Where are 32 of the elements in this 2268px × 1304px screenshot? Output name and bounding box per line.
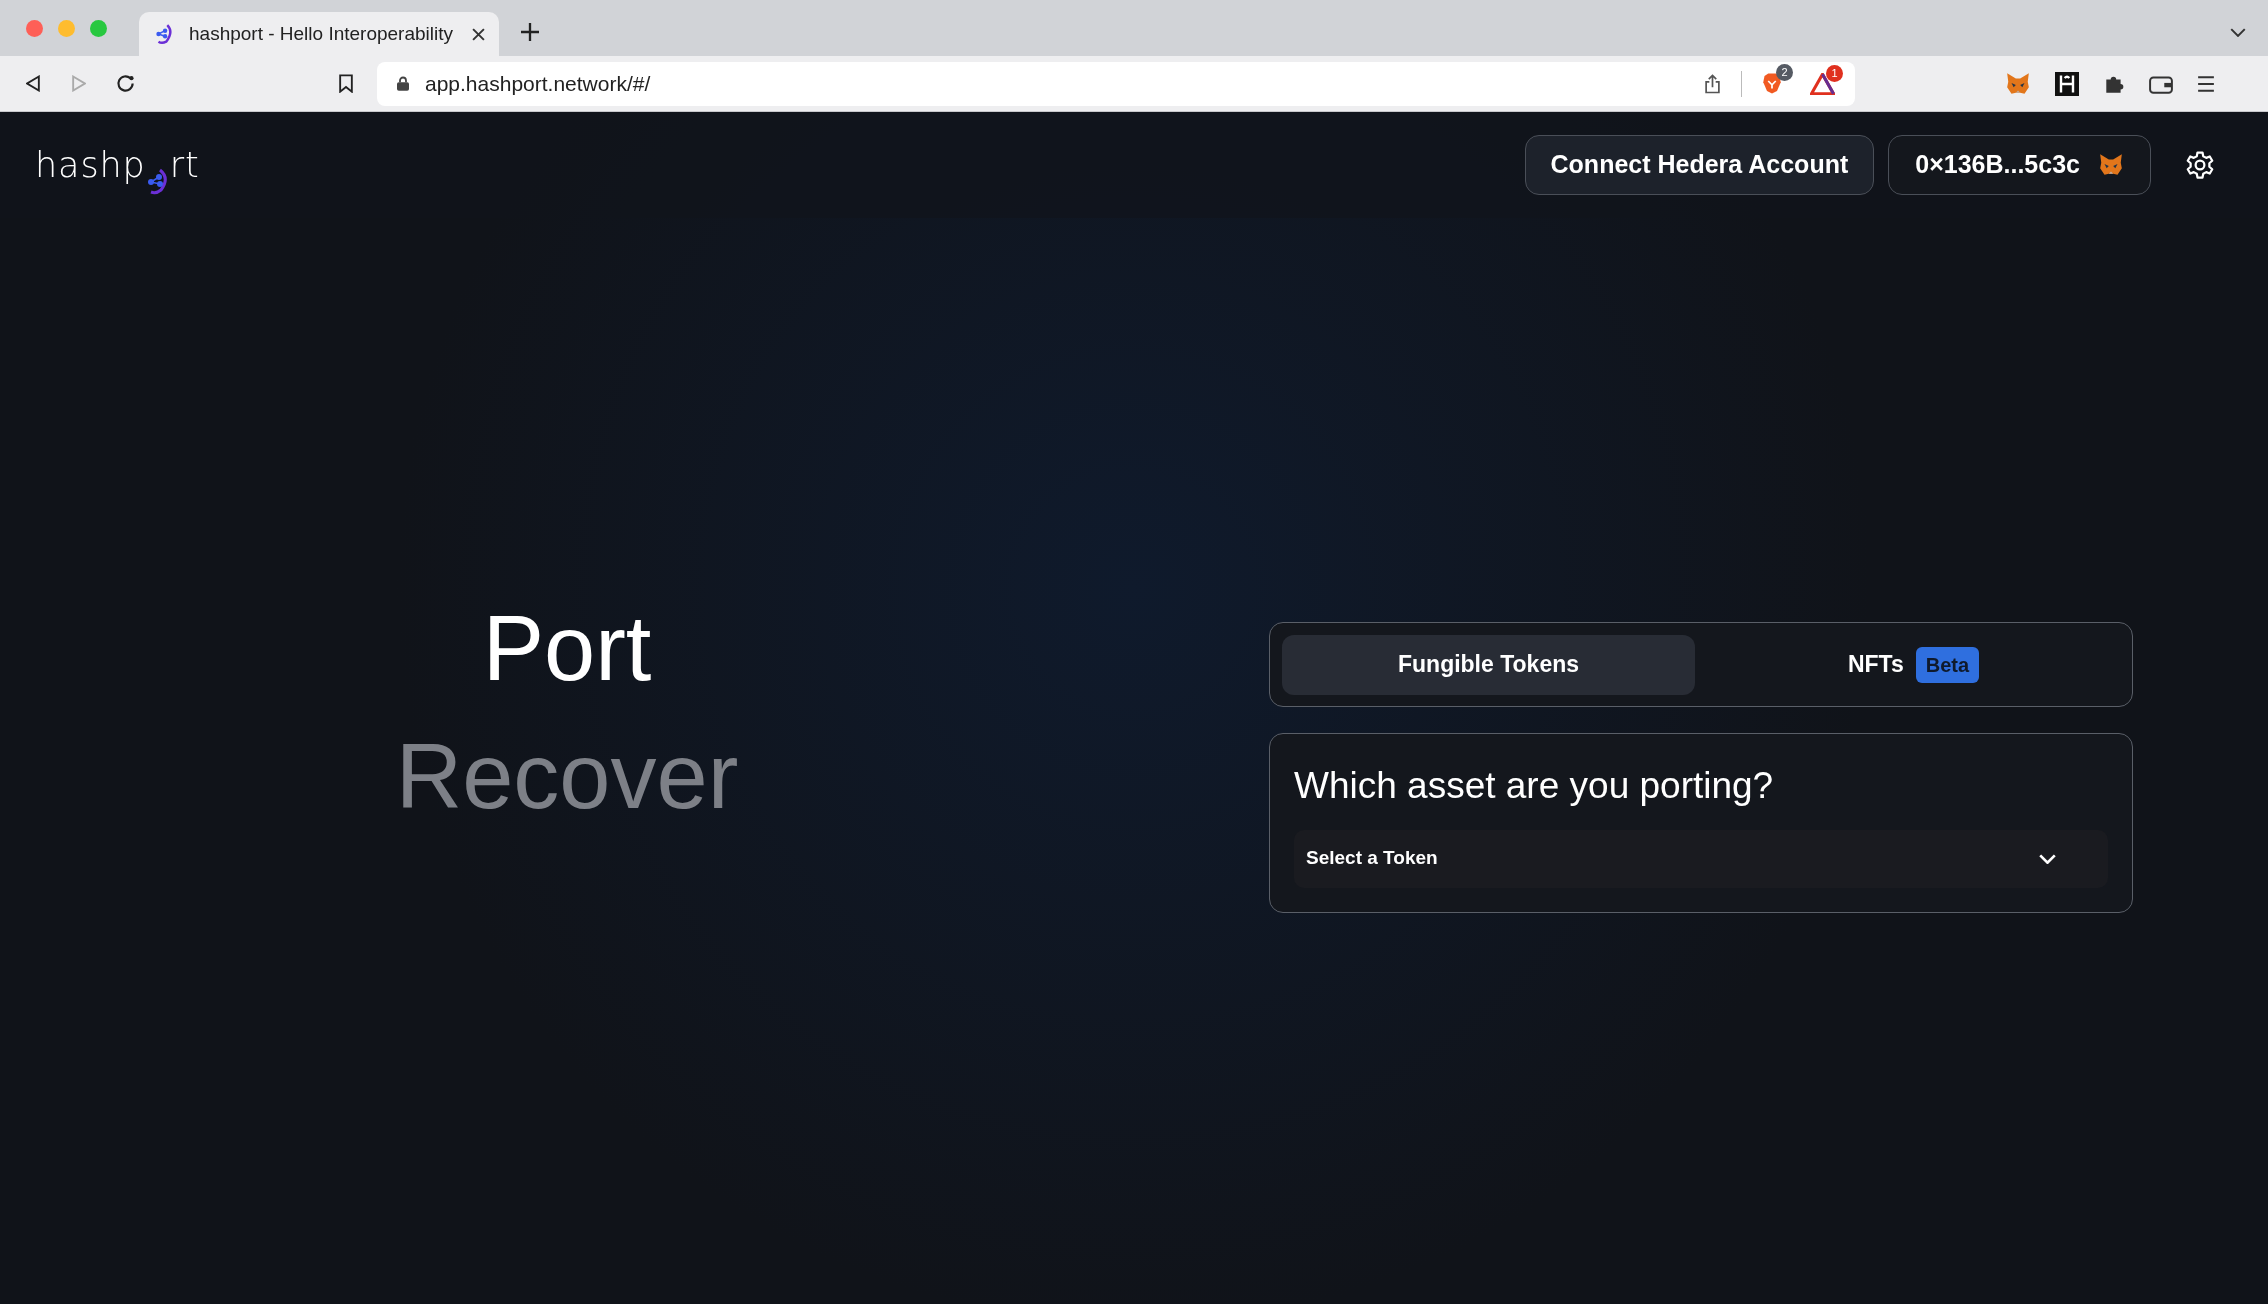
fox-icon: [2098, 153, 2124, 177]
hashport-logo-icon: [153, 23, 175, 45]
fox-extension-icon[interactable]: [2005, 71, 2031, 96]
mode-tab[interactable]: Recover: [395, 730, 739, 822]
card-heading: Which asset are you porting?: [1294, 764, 1775, 808]
wallet-address-button[interactable]: 0×136B...5c3c: [1888, 135, 2151, 195]
browser-tab[interactable]: hashport - Hello Interoperability: [139, 12, 499, 56]
bookmark-icon[interactable]: [339, 74, 353, 93]
new-tab-icon[interactable]: [521, 23, 539, 41]
hashport-logo[interactable]: hashp rt: [35, 138, 200, 192]
menu-icon[interactable]: [2197, 74, 2215, 93]
wallet-icon[interactable]: [2149, 73, 2173, 94]
chevron-down-icon: [2039, 853, 2056, 864]
asset-type-tab[interactable]: Fungible Tokens: [1282, 634, 1695, 695]
token-select[interactable]: Select a Token: [1294, 829, 2108, 888]
lock-icon: [397, 76, 409, 91]
share-icon[interactable]: [1704, 73, 1721, 94]
address-bar[interactable]: app.hashport.network/#/ 2 1: [377, 61, 1855, 106]
beta-badge: Beta: [1915, 646, 1980, 683]
tab-title: hashport - Hello Interoperability: [189, 21, 455, 46]
notification-badge: 2: [1776, 64, 1793, 81]
url-text: app.hashport.network/#/: [425, 70, 651, 97]
chevron-down-icon[interactable]: [2230, 28, 2246, 37]
back-icon[interactable]: [26, 75, 40, 92]
settings-icon[interactable]: [2185, 150, 2215, 180]
reload-icon[interactable]: [116, 74, 135, 93]
asset-type-tab[interactable]: NFTs Beta: [1707, 634, 2120, 695]
close-icon[interactable]: [472, 27, 485, 41]
mode-tab[interactable]: Port: [482, 602, 652, 694]
connect-account-button[interactable]: Connect Hedera Account: [1524, 135, 1875, 195]
notification-badge: 1: [1826, 64, 1843, 82]
extension-logo-icon[interactable]: [2055, 71, 2079, 96]
